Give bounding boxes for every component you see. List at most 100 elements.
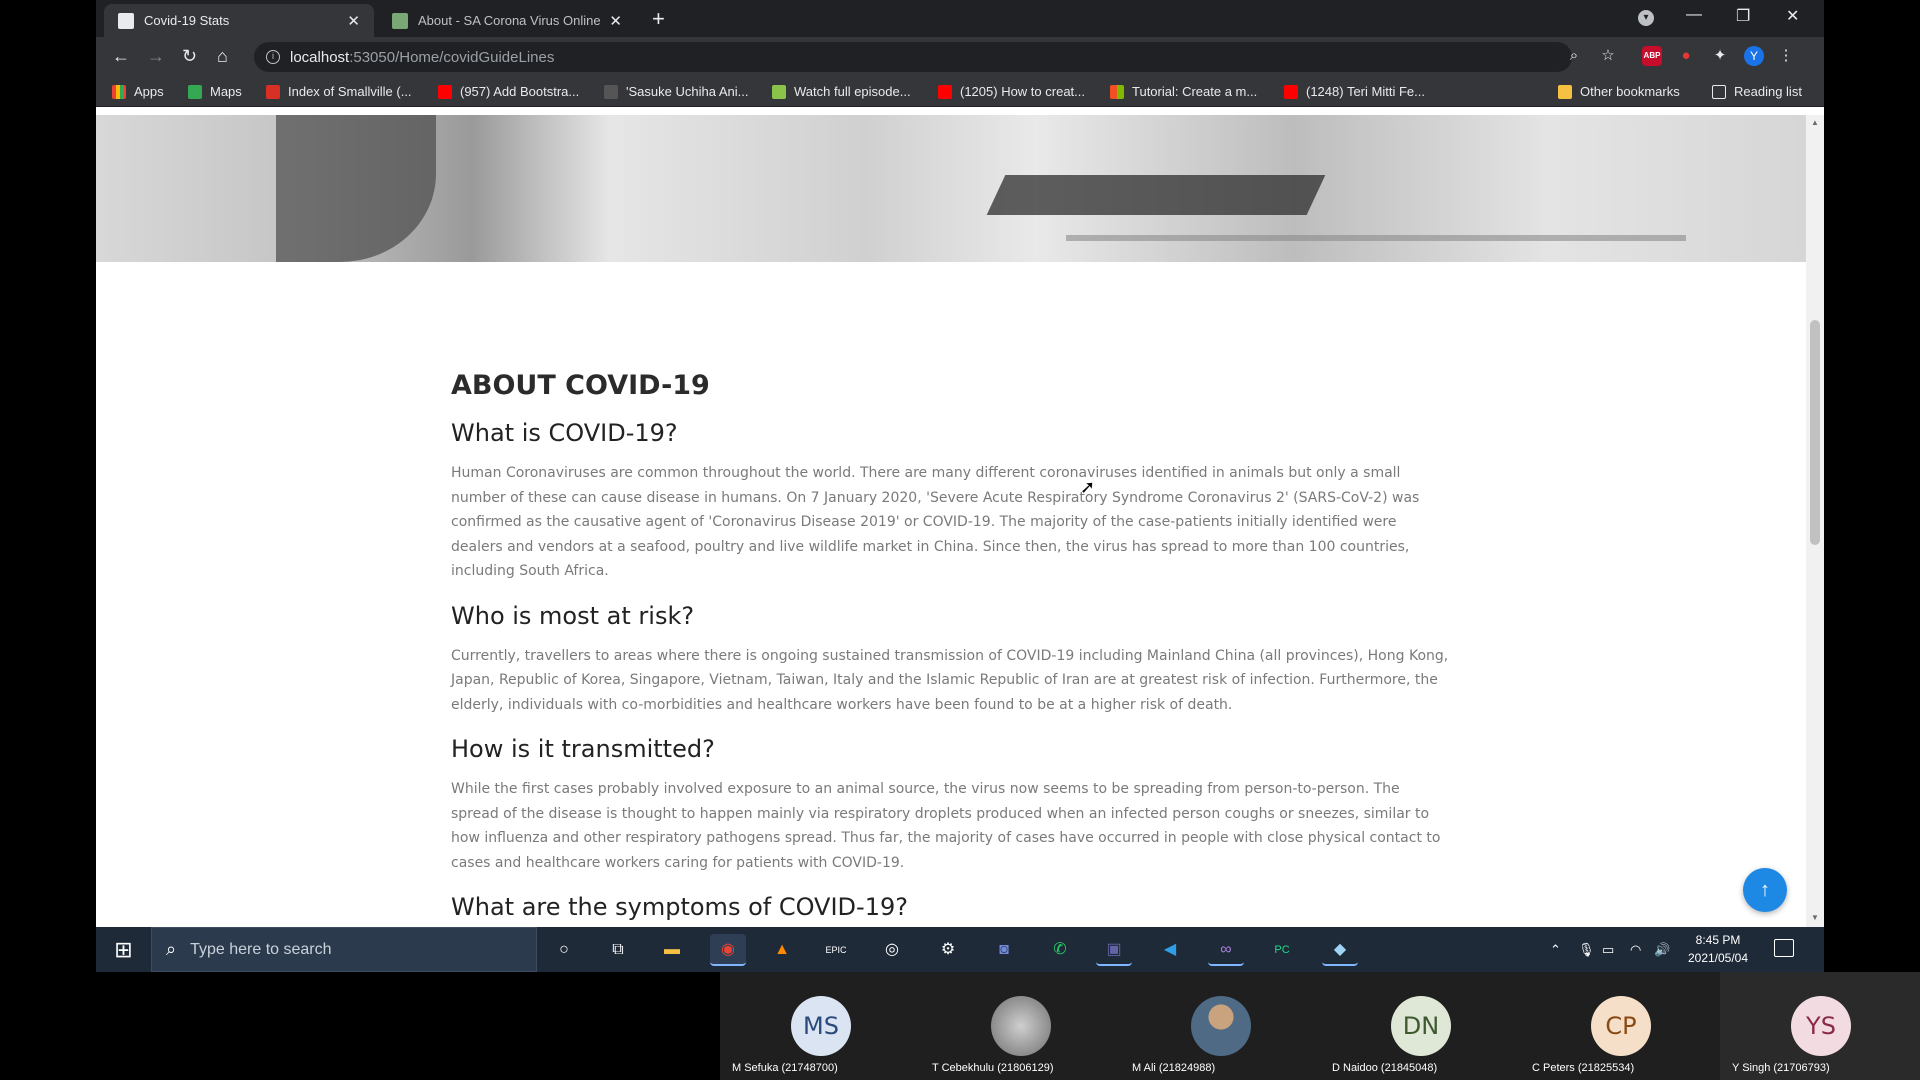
taskbar-search-box[interactable]: ⌕ Type here to search [151,927,537,972]
extension-icon[interactable]: ● [1676,46,1696,66]
bookmark-bootstrap[interactable]: (957) Add Bootstra... [438,84,579,99]
search-placeholder: Type here to search [190,940,332,958]
bookmark-maps[interactable]: Maps [188,84,242,99]
battery-icon[interactable]: ▭ [1602,927,1614,972]
tray-overflow-icon[interactable]: ⌃ [1550,927,1561,972]
search-icon: ⌕ [166,939,177,959]
reload-icon[interactable]: ↻ [182,46,197,67]
close-icon[interactable]: ✕ [609,12,622,30]
task-view-icon[interactable]: ⧉ [600,934,636,966]
vlc-icon[interactable]: ▲ [764,934,800,966]
tab-strip: Covid-19 Stats ✕ About - SA Corona Virus… [96,0,1824,37]
taskbar-clock[interactable]: 8:45 PM 2021/05/04 [1676,931,1760,967]
profile-avatar[interactable]: Y [1744,46,1764,66]
participant-tile[interactable]: MS M Sefuka (21748700) [720,972,920,1080]
back-icon[interactable]: ← [112,46,130,67]
tab-search-icon[interactable]: ▾ [1638,10,1654,26]
participant-name: M Sefuka (21748700) [732,1062,838,1074]
bookmark-label: Tutorial: Create a m... [1132,84,1258,99]
avatar: DN [1391,996,1451,1056]
pycharm-icon[interactable]: PC [1264,934,1300,966]
tab-about-sa-corona[interactable]: About - SA Corona Virus Online ✕ [378,4,636,37]
participant-tile[interactable]: M Ali (21824988) [1120,972,1320,1080]
avatar [991,996,1051,1056]
participant-tile[interactable]: YS Y Singh (21706793) [1720,972,1920,1080]
cortana-icon[interactable]: ○ [546,934,582,966]
page-title: ABOUT COVID-19 [451,370,710,401]
scroll-down-icon[interactable]: ▼ [1811,913,1819,922]
bookmark-apps[interactable]: Apps [112,84,164,99]
bookmark-how-to-create[interactable]: (1205) How to creat... [938,84,1085,99]
youtube-icon [1284,84,1298,99]
section-body: Human Coronaviruses are common throughou… [451,465,1420,579]
scroll-up-icon[interactable]: ▲ [1811,118,1819,127]
close-icon[interactable]: ✕ [347,12,360,30]
anime-icon [604,84,618,99]
bookmark-sasuke[interactable]: 'Sasuke Uchiha Ani... [604,84,748,99]
bookmark-label: Maps [210,84,242,99]
bookmark-watch-full[interactable]: Watch full episode... [772,84,911,99]
url-host: localhost [290,48,350,66]
folder-icon [1558,84,1572,99]
tab-title: Covid-19 Stats [144,13,230,28]
chrome-icon[interactable]: ◉ [710,934,746,966]
reading-list-icon [1712,84,1726,99]
vscode-icon[interactable]: ◀ [1152,934,1188,966]
wifi-icon[interactable]: ◠ [1630,927,1641,972]
volume-icon[interactable]: 🔊 [1654,927,1670,972]
visual-studio-icon[interactable]: ∞ [1208,934,1244,966]
restore-icon[interactable]: ❐ [1736,6,1750,26]
bookmark-star-icon[interactable]: ☆ [1598,46,1618,66]
whatsapp-icon[interactable]: ✆ [1042,934,1078,966]
section-heading: What is COVID-19? [451,419,678,447]
discord-icon[interactable]: ◙ [986,934,1022,966]
minimize-icon[interactable]: — [1686,6,1702,24]
meeting-participants-strip: MS M Sefuka (21748700) T Cebekhulu (2180… [720,972,1920,1080]
bookmark-label: (1248) Teri Mitti Fe... [1306,84,1425,99]
page-viewport: ABOUT COVID-19 What is COVID-19? Human C… [96,115,1806,927]
desktop-screen: Covid-19 Stats ✕ About - SA Corona Virus… [0,0,1920,1080]
arrow-up-icon: ↑ [1760,879,1770,901]
site-icon [392,12,408,29]
page-scrollbar[interactable]: ▲ ▼ [1806,115,1824,927]
app-icon[interactable]: ◆ [1322,934,1358,966]
bookmark-smallville[interactable]: Index of Smallville (... [266,84,412,99]
steam-icon[interactable]: ⚙ [930,934,966,966]
apps-grid-icon [112,84,126,99]
menu-kebab-icon[interactable]: ⋮ [1776,46,1796,66]
participant-tile[interactable]: T Cebekhulu (21806129) [920,972,1120,1080]
bookmark-other[interactable]: Other bookmarks [1558,84,1680,99]
extensions-puzzle-icon[interactable]: ✦ [1710,46,1730,66]
new-tab-icon[interactable]: + [652,6,665,32]
bookmark-label: Reading list [1734,84,1802,99]
file-explorer-icon[interactable]: ▬ [654,934,690,966]
adblock-icon[interactable]: ABP [1642,46,1662,66]
site-info-icon[interactable]: i [266,50,280,64]
participant-name: D Naidoo (21845048) [1332,1062,1438,1074]
window-close-icon[interactable]: ✕ [1786,6,1799,26]
bookmarks-bar: Apps Maps Index of Smallville (... (957)… [96,77,1824,107]
bookmark-label: Apps [134,84,164,99]
ubisoft-icon[interactable]: ◎ [874,934,910,966]
teams-icon[interactable]: ▣ [1096,934,1132,966]
bookmark-reading-list[interactable]: Reading list [1712,84,1802,99]
zoom-icon[interactable]: ⌕ [1564,46,1584,66]
participant-tile[interactable]: DN D Naidoo (21845048) [1320,972,1520,1080]
video-site-icon [772,84,786,99]
epic-games-icon[interactable]: EPIC [818,934,854,966]
bookmark-label: 'Sasuke Uchiha Ani... [626,84,749,99]
bookmark-teri-mitti[interactable]: (1248) Teri Mitti Fe... [1284,84,1425,99]
scrollbar-thumb[interactable] [1810,320,1820,545]
tab-covid-stats[interactable]: Covid-19 Stats ✕ [104,4,374,37]
microphone-icon[interactable]: 🎙 [1578,927,1595,972]
scroll-to-top-button[interactable]: ↑ [1743,868,1787,912]
forward-icon[interactable]: → [147,46,165,67]
bookmark-tutorial[interactable]: Tutorial: Create a m... [1110,84,1257,99]
notifications-icon[interactable] [1774,939,1794,957]
address-bar[interactable]: i localhost :53050/Home/covidGuideLines [254,42,1572,72]
url-path: :53050/Home/covidGuideLines [349,48,555,66]
windows-start-icon[interactable]: ⊞ [96,927,151,972]
participant-tile[interactable]: CP C Peters (21825534) [1520,972,1720,1080]
home-icon[interactable]: ⌂ [217,46,228,67]
participant-name: Y Singh (21706793) [1732,1062,1830,1074]
